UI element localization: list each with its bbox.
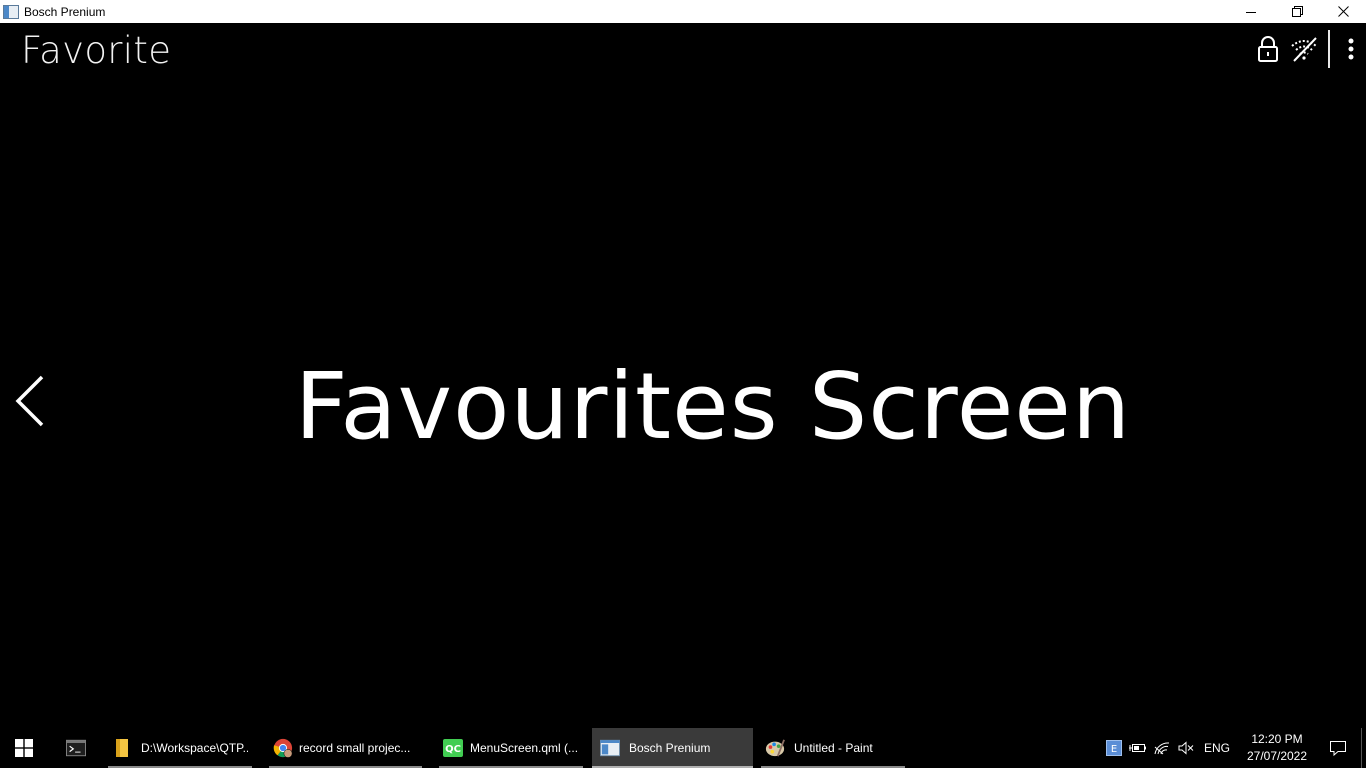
action-center-button[interactable] [1315,728,1361,768]
show-desktop-button[interactable] [1361,728,1366,768]
clock-date: 27/07/2022 [1246,749,1308,763]
system-tray: E ENG 12:20 PM 27/07/2022 [1102,728,1366,768]
notification-icon [1330,741,1346,757]
language-indicator[interactable]: ENG [1198,741,1239,755]
lock-button[interactable] [1250,29,1286,69]
qt-creator-icon: QC [443,738,463,758]
taskbar-item-label: Bosch Prenium [629,741,711,755]
page-title: Favorite [21,29,172,72]
svg-text:QC: QC [445,744,461,755]
toolbar-divider [1328,30,1330,68]
volume-tray-button[interactable] [1174,728,1198,768]
wifi-tray-icon [1154,742,1170,755]
taskbar-item-label: D:\Workspace\QTP... [141,741,248,755]
restore-icon [1291,6,1303,17]
battery-plug-icon [1128,744,1146,752]
more-options-button[interactable] [1336,29,1366,69]
volume-mute-icon [1178,741,1194,755]
restore-button[interactable] [1274,0,1320,23]
taskbar-item-paint[interactable]: Untitled - Paint [757,728,909,768]
wifi-button[interactable] [1286,29,1322,69]
lock-icon [1258,36,1278,62]
svg-text:E: E [1111,744,1117,755]
window-title: Bosch Prenium [24,4,106,19]
more-vert-icon [1348,38,1354,60]
terminal-icon [66,738,86,758]
close-button[interactable] [1320,0,1366,23]
folder-icon [112,738,132,758]
network-tray-button[interactable] [1150,728,1174,768]
taskbar-item-qtcreator[interactable]: QC MenuScreen.qml (... [435,728,587,768]
window-controls [1228,0,1366,23]
main-heading-container: Favourites Screen [0,353,1366,460]
app-content: Favorite Favourites Screen [0,23,1366,728]
input-method-tray-button[interactable]: E [1102,728,1126,768]
app-window-icon [600,738,620,758]
taskbar: D:\Workspace\QTP... record small projec.… [0,728,1366,768]
close-icon [1337,6,1349,17]
taskbar-item-label: record small projec... [299,741,411,755]
windows-logo-icon [15,739,33,757]
start-button[interactable] [0,728,48,768]
wifi-off-icon [1291,37,1317,62]
taskbar-item-terminal[interactable] [48,728,104,768]
chrome-icon [273,738,293,758]
battery-tray-button[interactable] [1126,728,1150,768]
clock[interactable]: 12:20 PM 27/07/2022 [1239,731,1315,765]
paint-icon [765,738,785,758]
app-icon [3,4,19,19]
taskbar-item-bosch[interactable]: Bosch Prenium [592,728,753,768]
taskbar-item-chrome[interactable]: record small projec... [265,728,426,768]
ime-icon: E [1105,740,1122,756]
clock-time: 12:20 PM [1251,732,1303,746]
taskbar-item-label: MenuScreen.qml (... [470,741,579,755]
taskbar-item-label: Untitled - Paint [794,741,873,755]
window-title-bar[interactable]: Bosch Prenium [0,0,1366,23]
top-action-bar [1250,29,1366,69]
taskbar-item-explorer[interactable]: D:\Workspace\QTP... [104,728,256,768]
minimize-icon [1246,11,1256,13]
minimize-button[interactable] [1228,0,1274,23]
main-heading: Favourites Screen [294,353,1132,460]
